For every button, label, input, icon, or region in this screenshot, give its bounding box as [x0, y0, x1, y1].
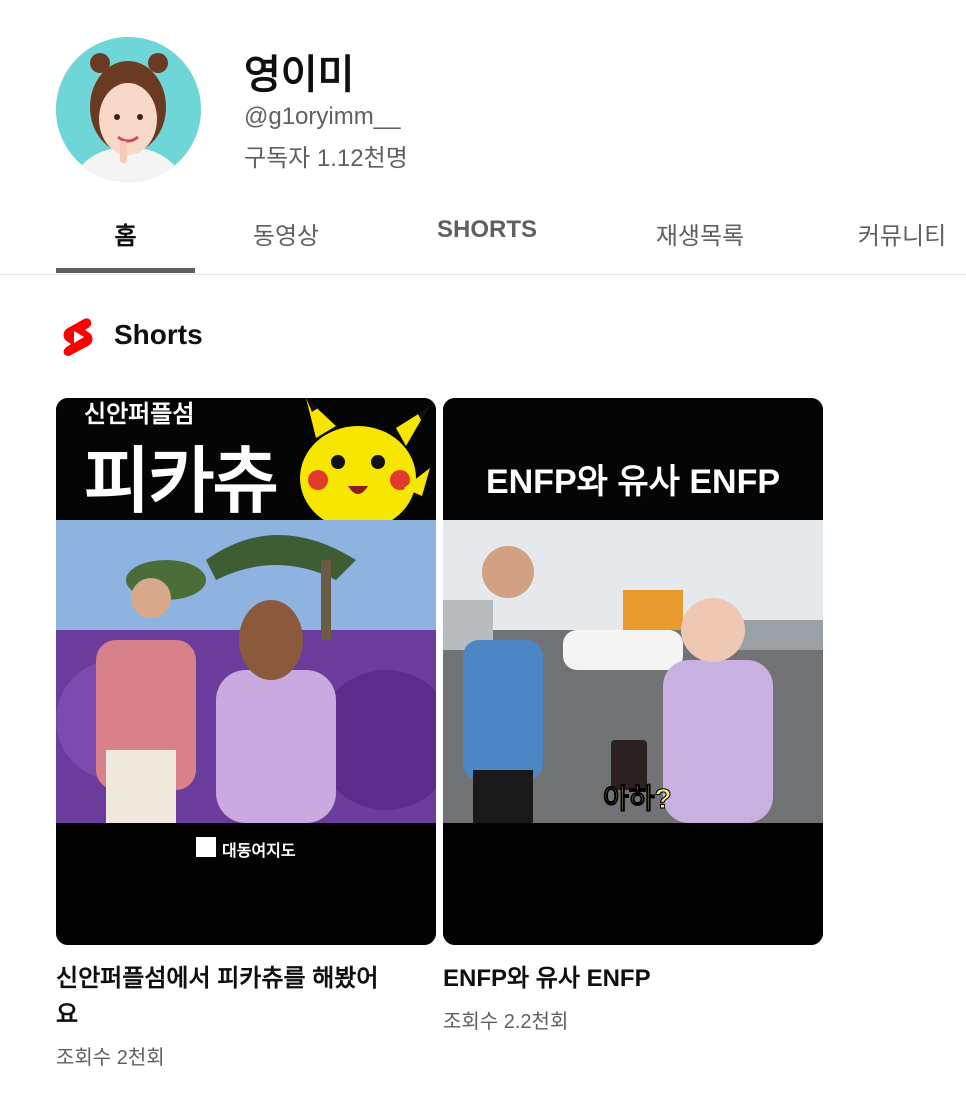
thumbnail-bottom-band: [443, 823, 823, 945]
tab-shorts[interactable]: SHORTS: [412, 216, 562, 244]
thumbnail-title-band: ENFP와 유사 ENFP: [443, 398, 823, 520]
pikachu-illustration: [300, 398, 430, 520]
youtube-shorts-icon: [63, 318, 93, 356]
short-views: 조회수 2천회: [56, 1047, 165, 1069]
short-title[interactable]: 신안퍼플섬에서 피카츄를 해봤어요: [56, 961, 396, 1033]
thumbnail-photo: 아하?: [443, 520, 823, 823]
tab-community[interactable]: 커뮤니티: [838, 216, 966, 251]
tab-home[interactable]: 홈: [56, 216, 195, 251]
short-title[interactable]: ENFP와 유사 ENFP: [443, 961, 783, 997]
active-tab-indicator: [56, 268, 195, 273]
short-views: 조회수 2.2천회: [443, 1011, 569, 1033]
short-card[interactable]: ENFP와 유사 ENFP 아하? ENFP와 유사 ENFP 조회수 2.2천…: [443, 398, 823, 1034]
thumbnail-big-text: ENFP와 유사 ENFP: [485, 463, 781, 501]
thumbnail-caption: 아하?: [603, 783, 672, 814]
thumbnail-bottom-band: 대동여지도: [56, 823, 436, 945]
channel-name: 영이미: [244, 53, 355, 97]
short-thumbnail[interactable]: 신안퍼플섬 피카츄 대동여지도: [56, 398, 436, 945]
thumbnail-title-band: 신안퍼플섬 피카츄: [56, 398, 436, 522]
subscriber-count: 구독자 1.12천명: [244, 145, 408, 172]
channel-tabs: 홈 동영상 SHORTS 재생목록 커뮤니티: [0, 190, 966, 275]
tab-videos[interactable]: 동영상: [226, 216, 346, 251]
short-card[interactable]: 신안퍼플섬 피카츄 대동여지도 신안퍼플섬에서 피카츄를 해봤어요 조회수 2천…: [56, 398, 436, 1070]
shorts-section-title: Shorts: [114, 319, 203, 350]
channel-avatar[interactable]: [56, 37, 201, 182]
channel-handle: @g1oryimm__: [244, 103, 401, 130]
thumbnail-big-text: 피카츄: [84, 442, 279, 522]
tab-playlists[interactable]: 재생목록: [630, 216, 770, 251]
thumbnail-photo: [56, 520, 436, 823]
broadcaster-logo-text: 대동여지도: [222, 843, 296, 860]
short-thumbnail[interactable]: ENFP와 유사 ENFP 아하?: [443, 398, 823, 945]
avatar-illustration: [56, 37, 201, 182]
broadcaster-logo-icon: [196, 837, 216, 857]
